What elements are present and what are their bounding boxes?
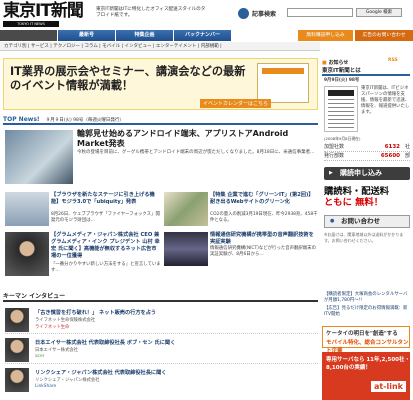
tab-special[interactable]: 特集企画 xyxy=(116,30,174,41)
main-nav: 最新号 特集企画 バックナンバー 無料購読申し込み 広告のお問い合わせ xyxy=(0,30,413,41)
interviewee-photo xyxy=(5,308,29,332)
lead-story-body: 今秋の登場を目前に、グーグル携帯とアンドロイド端末の周辺が慌ただしくなりました。… xyxy=(77,150,315,155)
sidebar-news-item[interactable]: 【購読者限定】大塚商会のレンタルサーバが月額1,780円〜!! xyxy=(324,292,410,304)
interview-title[interactable]: リンクシェア・ジャパン株式会社 代表取締役社長に聞く xyxy=(35,369,167,376)
stat-row: 加盟社数 6132 社 xyxy=(324,143,410,152)
story-title[interactable]: 【グラムメディア・ジャパン株式会社 CEO 兼 グラムメディア・インク プレジデ… xyxy=(51,232,161,260)
interview-label: キーマン インタビュー xyxy=(3,293,66,300)
stat-unit: 部 xyxy=(404,153,410,159)
interview-header: キーマン インタビュー xyxy=(3,292,318,302)
category-subnav[interactable]: カテゴリ別 | サービス | テクノロジー | コラム | モバイル | インタ… xyxy=(0,42,320,51)
promo-line: 購読料・配送料 xyxy=(324,186,390,197)
story-image[interactable] xyxy=(5,192,49,226)
mobile-ad[interactable]: ケータイの明日を"創造"する モバイル特化、総合コンサルタント企業 xyxy=(322,326,410,354)
story-title[interactable]: 【ブラウザを新たなステージに引き上げる機能】モジラ3.0で「ubiquity」発… xyxy=(51,192,161,206)
event-calendar-link[interactable]: イベントカレンダーはこちら xyxy=(200,99,272,108)
interview-row[interactable]: 「古き慣習を打ち破れ！」 ネット販売の行方を占う ライフネット生命保険株式会社 … xyxy=(5,306,318,334)
company-logo: ライフネット生命 xyxy=(35,325,70,330)
story-title[interactable]: 【特集 企業で進む「グリーンIT」(第2回)】耐き出るWebサイトのグリーン化 xyxy=(210,192,318,206)
story-body: CO2の量入の削減3月19日現在、昨今2938兆、458千件となる。 xyxy=(210,212,318,223)
server-ad[interactable]: 専用サーバなら 11年,2,500社・8,100台の実績！ at-link xyxy=(322,352,410,400)
banner-headline: IT業界の展示会やセミナー、講演会などの最新のイベント情報が満載！ xyxy=(10,65,246,92)
tab-backnumber[interactable]: バックナンバー xyxy=(174,30,232,41)
nav-home-tab[interactable] xyxy=(0,30,58,41)
interview-title[interactable]: 「古き慣習を打ち破れ！」 ネット販売の行方を占う xyxy=(35,309,156,316)
stat-label: 加盟社数 xyxy=(324,144,345,150)
story-body: 8月26日、ウェブブラウザ「ファイヤーフォックス」開発元のモジラ財団は… xyxy=(51,212,160,223)
stat-value: 6132 xyxy=(384,144,400,150)
interview-company: 日本エイサー株式会社 xyxy=(35,348,78,353)
site-tagline: 東京IT新聞はITに特化したオフィス配送スタイルのタブロイド紙です。 xyxy=(96,7,206,18)
stat-unit: 社 xyxy=(404,144,410,150)
company-logo: LinkShare xyxy=(35,384,57,389)
calendar-icon xyxy=(257,63,309,103)
lead-story-title[interactable]: 輪郭見せ始めるアンドロイド端末、アプリストアAndroid Market発表 xyxy=(77,129,315,149)
story-body: 情報通信研究機構(NICT)などが行った音声翻訳端末の実証実験が、8月6日から… xyxy=(210,246,316,257)
top-news-header: TOP News! ９月９日(火) 98号（毎週火曜日発行） xyxy=(3,115,318,125)
interview-company: リンクシェア・ジャパン株式会社 xyxy=(35,378,100,383)
stat-label: 発行部数 xyxy=(324,153,345,159)
delivery-note: ※お届けは、関東地域以外は送料がかかります。お問い合わせください。 xyxy=(324,232,404,243)
tab-ad-inquiry[interactable]: 広告のお問い合わせ xyxy=(355,30,413,41)
story-image[interactable] xyxy=(5,232,49,276)
site-header: 東京IT新聞 TOKYO IT NEWS 東京IT新聞はITに特化したオフィス配… xyxy=(0,0,413,30)
story-body: 「一番分かりやすい新しい方法をする」と宣言しています… xyxy=(51,262,161,273)
stat-row: 発行部数 65600 部 xyxy=(324,152,410,161)
interviewee-photo xyxy=(5,338,29,362)
interview-row[interactable]: リンクシェア・ジャパン株式会社 代表取締役社長に聞く リンクシェア・ジャパン株式… xyxy=(5,366,318,394)
rss-icon[interactable]: RSS xyxy=(388,58,398,63)
search-button[interactable]: Google 検索 xyxy=(356,8,402,17)
sidebar-news-item[interactable]: 【広告】見るだけ限定のお得情報満載：新ITV開始 xyxy=(324,306,410,318)
ad-headline: ケータイの明日を"創造"する xyxy=(326,331,398,337)
interview-row[interactable]: 日本エイサー株式会社 代表取締役社長 ボブ・セン 氏に聞く 日本エイサー株式会社… xyxy=(5,336,318,364)
ad-logo: at-link xyxy=(370,381,406,392)
about-date: 9月9日(火) 98号 xyxy=(324,78,360,83)
sidebar-news-list: 【購読者限定】大塚商会のレンタルサーバが月額1,780円〜!! 【広告】見るだけ… xyxy=(324,292,410,318)
top-news-label: TOP News! xyxy=(3,116,40,123)
free-promo: 購読料・配送料 ともに 無料！ xyxy=(324,186,410,208)
story-image[interactable] xyxy=(164,192,208,226)
ad-headline: 専用サーバなら 11年,2,500社・8,100台の実績！ xyxy=(326,357,411,371)
issue-date: ９月９日(火) 98号（毎週火曜日発行） xyxy=(45,118,124,123)
subscribe-button[interactable]: 購読申し込み xyxy=(324,167,410,180)
lead-story-image[interactable] xyxy=(5,130,73,184)
tab-free-subscribe[interactable]: 無料購読申し込み xyxy=(298,30,353,41)
newspaper-thumbnail[interactable] xyxy=(324,86,358,132)
company-logo: acer xyxy=(35,354,45,359)
stat-value: 65600 xyxy=(380,153,400,159)
search-icon xyxy=(238,8,249,19)
promo-line: ともに 無料！ xyxy=(324,197,384,208)
search-label: 記事検索 xyxy=(252,11,277,18)
event-banner[interactable]: IT業界の展示会やセミナー、講演会などの最新のイベント情報が満載！ イベントカレ… xyxy=(3,58,318,110)
logo-subtitle: TOKYO IT NEWS xyxy=(3,21,59,27)
search-input[interactable] xyxy=(287,8,353,17)
story-image[interactable] xyxy=(164,232,208,266)
about-header: 東京IT新聞とは xyxy=(322,66,410,76)
interview-title[interactable]: 日本エイサー株式会社 代表取締役社長 ボブ・セン 氏に聞く xyxy=(35,339,175,346)
stats-date: (2008年9月8日現在) xyxy=(324,136,361,141)
contact-button[interactable]: お問い合わせ xyxy=(324,215,410,228)
site-logo[interactable]: 東京IT新聞 xyxy=(3,2,84,20)
story-title[interactable]: 情報通信研究機構が携帯型の音声翻訳技術を実証実験 xyxy=(210,232,318,246)
about-text: 東京IT新聞は、ITビジネスパーソンの情報を支援、情報を最新で迅速、情報を、報道… xyxy=(361,86,410,115)
interviewee-photo xyxy=(5,368,29,392)
tab-latest[interactable]: 最新号 xyxy=(58,30,116,41)
interview-company: ライフネット生命保険株式会社 xyxy=(35,318,96,323)
